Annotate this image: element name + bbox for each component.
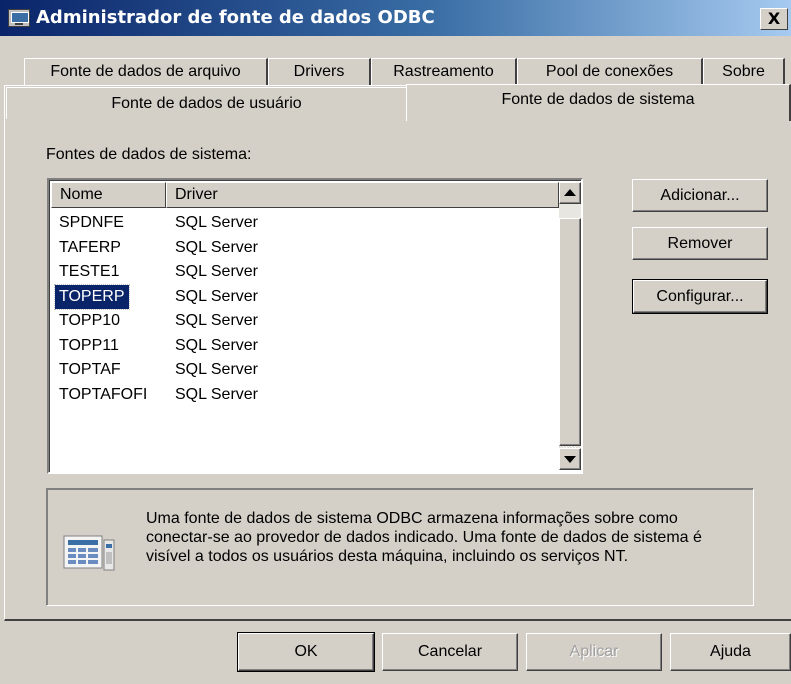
section-label: Fontes de dados de sistema: [46, 146, 252, 163]
tab-connection-pooling[interactable]: Pool de conexões [517, 58, 703, 85]
list-item-driver[interactable]: SQL Server [175, 236, 258, 260]
list-item-driver[interactable]: SQL Server [175, 334, 258, 358]
list-item-driver[interactable]: SQL Server [175, 309, 258, 333]
tab-about[interactable]: Sobre [703, 58, 785, 85]
list-item-name[interactable]: TAFERP [59, 236, 121, 260]
list-item-driver[interactable]: SQL Server [175, 358, 258, 382]
info-description: Uma fonte de dados de sistema ODBC armaz… [146, 510, 702, 565]
column-header-name[interactable]: Nome [51, 182, 166, 208]
arrow-up-icon [564, 189, 576, 196]
scroll-up-button[interactable] [559, 182, 581, 204]
close-button[interactable]: X [760, 8, 788, 30]
list-item-name[interactable]: TOPP10 [59, 309, 120, 333]
ok-button[interactable]: OK [237, 632, 375, 672]
list-item-name[interactable]: TOPTAFOFI [59, 383, 147, 407]
list-item-driver[interactable]: SQL Server [175, 285, 258, 309]
list-item-name[interactable]: TOPERP [54, 283, 130, 310]
list-item-driver[interactable]: SQL Server [175, 383, 258, 407]
odbc-app-icon [8, 9, 30, 27]
tab-drivers[interactable]: Drivers [268, 58, 371, 85]
add-button[interactable]: Adicionar... [632, 179, 768, 212]
remove-button[interactable]: Remover [632, 227, 768, 260]
window-title: Administrador de fonte de dados ODBC [36, 7, 435, 28]
list-item-driver[interactable]: SQL Server [175, 260, 258, 284]
list-item-name[interactable]: TOPTAF [59, 358, 121, 382]
database-document-icon [62, 530, 116, 572]
list-item-name[interactable]: TOPP11 [59, 334, 119, 358]
title-bar[interactable]: Administrador de fonte de dados ODBC X [0, 0, 791, 36]
system-dsn-list[interactable]: Nome Driver SPDNFE SQL Server TAFERP SQL Se… [47, 178, 583, 474]
help-button[interactable]: Ajuda [670, 633, 791, 671]
tab-user-dsn[interactable]: Fonte de dados de usuário [6, 87, 408, 119]
apply-button-label: Aplicar [569, 643, 619, 660]
list-item-driver[interactable]: SQL Server [175, 211, 258, 235]
scroll-down-button[interactable] [559, 448, 581, 470]
apply-button[interactable]: Aplicar [526, 633, 662, 671]
column-header-driver[interactable]: Driver [166, 182, 559, 208]
list-item-name[interactable]: SPDNFE [59, 211, 124, 235]
scrollbar-thumb[interactable] [559, 218, 581, 446]
tab-system-dsn[interactable]: Fonte de dados de sistema [406, 84, 791, 121]
tab-file-dsn[interactable]: Fonte de dados de arquivo [24, 58, 268, 85]
list-item-name[interactable]: TESTE1 [59, 260, 119, 284]
tab-tracing[interactable]: Rastreamento [371, 58, 517, 85]
arrow-down-icon [564, 456, 576, 463]
cancel-button[interactable]: Cancelar [382, 633, 518, 671]
configure-button[interactable]: Configurar... [632, 279, 768, 314]
